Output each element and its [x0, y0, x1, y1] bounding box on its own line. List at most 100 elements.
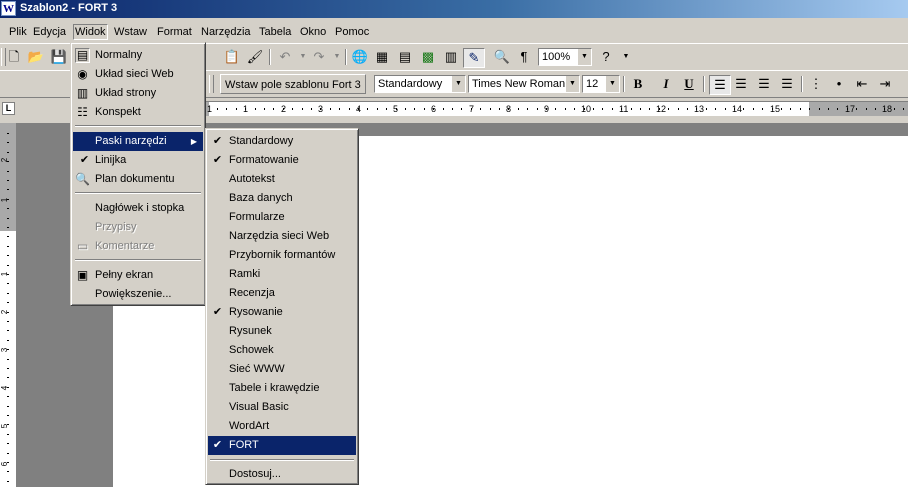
menu-item-ruler[interactable]: ✔ Linijka: [73, 151, 203, 170]
menu-format[interactable]: Format: [156, 25, 193, 39]
submenu-item-web[interactable]: Sieć WWW: [208, 360, 356, 379]
submenu-item-wordart[interactable]: WordArt: [208, 417, 356, 436]
menu-table[interactable]: Tabela: [258, 25, 292, 39]
menu-edit[interactable]: Edycja: [32, 25, 67, 39]
hyperlink-icon[interactable]: 🌐: [350, 48, 370, 66]
ruler-tick: [255, 108, 256, 110]
menu-help[interactable]: Pomoc: [334, 25, 370, 39]
drawing-icon[interactable]: ✎: [463, 48, 485, 68]
ruler-tick: [7, 434, 9, 435]
align-left-icon[interactable]: ☰: [709, 75, 731, 95]
menu-item-web-layout[interactable]: ◉ Układ sieci Web: [73, 65, 203, 84]
redo-dropdown-icon[interactable]: ▼: [327, 48, 347, 66]
menu-item-full-screen[interactable]: ▣ Pełny ekran: [73, 266, 203, 285]
submenu-item-picture[interactable]: Rysunek: [208, 322, 356, 341]
underline-button[interactable]: U: [679, 75, 699, 93]
italic-button[interactable]: I: [656, 75, 676, 93]
full-screen-icon: ▣: [76, 268, 89, 282]
submenu-item-visual-basic[interactable]: Visual Basic: [208, 398, 356, 417]
zoom-combo[interactable]: 100% ▼: [538, 48, 592, 66]
submenu-item-autotext[interactable]: Autotekst: [208, 170, 356, 189]
menu-item-zoom[interactable]: Powiększenie...: [73, 285, 203, 304]
menu-separator: [75, 125, 201, 127]
redo-icon[interactable]: ↷: [309, 48, 329, 66]
menu-separator: [75, 259, 201, 261]
help-dropdown-icon[interactable]: ▼: [616, 48, 636, 66]
justify-icon[interactable]: ☰: [777, 75, 797, 93]
submenu-item-reviewing[interactable]: Recenzja: [208, 284, 356, 303]
menu-file[interactable]: Plik: [8, 25, 28, 39]
toolbar-grip[interactable]: [209, 75, 214, 93]
submenu-item-fort[interactable]: ✔ FORT: [208, 436, 356, 455]
ruler-tick: [7, 293, 9, 294]
horizontal-ruler[interactable]: 11234567891011121314151718: [205, 101, 908, 116]
word-app-icon[interactable]: W: [1, 1, 16, 16]
ruler-tick: [668, 108, 669, 110]
menu-view[interactable]: Widok: [73, 24, 108, 40]
insert-table-icon[interactable]: ▤: [395, 48, 415, 66]
menu-item-footnotes[interactable]: Przypisy: [73, 218, 203, 237]
open-icon[interactable]: 📂: [26, 48, 46, 66]
menu-item-outline[interactable]: ☷ Konspekt: [73, 103, 203, 122]
web-layout-icon: ◉: [77, 67, 88, 81]
increase-indent-icon[interactable]: ⇥: [875, 75, 895, 93]
document-map-icon[interactable]: 🔍: [492, 48, 512, 66]
submenu-item-forms[interactable]: Formularze: [208, 208, 356, 227]
submenu-item-customize[interactable]: Dostosuj...: [208, 465, 356, 484]
tab-selector[interactable]: L: [2, 102, 15, 115]
ruler-tick: [7, 453, 9, 454]
menu-tools[interactable]: Narzędzia: [200, 25, 252, 39]
bullets-icon[interactable]: •: [829, 75, 849, 93]
menu-item-normal[interactable]: ▤ Normalny: [73, 46, 203, 65]
menu-item-print-layout[interactable]: ▥ Układ strony: [73, 84, 203, 103]
insert-excel-icon[interactable]: ▩: [418, 48, 438, 66]
menu-window[interactable]: Okno: [299, 25, 327, 39]
font-combo[interactable]: Times New Roman ▼: [468, 75, 580, 93]
submenu-item-database[interactable]: Baza danych: [208, 189, 356, 208]
menu-item-document-map[interactable]: 🔍 Plan dokumentu: [73, 170, 203, 189]
chevron-down-icon[interactable]: ▼: [451, 76, 465, 92]
submenu-item-formatting[interactable]: ✔ Formatowanie: [208, 151, 356, 170]
help-icon[interactable]: ?: [596, 48, 616, 66]
numbering-icon[interactable]: ⋮: [806, 75, 826, 93]
submenu-item-drawing[interactable]: ✔ Rysowanie: [208, 303, 356, 322]
paste-icon[interactable]: 📋: [222, 48, 242, 66]
align-right-icon[interactable]: ☰: [754, 75, 774, 93]
submenu-item-web-tools[interactable]: Narzędzia sieci Web: [208, 227, 356, 246]
save-icon[interactable]: 💾: [49, 48, 69, 66]
ruler-tick: [7, 274, 9, 275]
chevron-down-icon[interactable]: ▼: [565, 76, 579, 92]
undo-icon[interactable]: ↶: [275, 48, 295, 66]
menu-item-comments[interactable]: ▭ Komentarze: [73, 237, 203, 256]
insert-template-field-button[interactable]: Wstaw pole szablonu Fort 3: [220, 74, 366, 94]
ruler-tick: [7, 349, 9, 350]
show-hide-icon[interactable]: ¶: [514, 48, 534, 66]
align-center-icon[interactable]: ☰: [731, 75, 751, 93]
columns-icon[interactable]: ▥: [441, 48, 461, 66]
menu-item-header-footer[interactable]: Nagłówek i stopka: [73, 199, 203, 218]
format-painter-icon[interactable]: 🖌: [245, 48, 265, 66]
vertical-ruler[interactable]: 21123456: [0, 123, 17, 487]
ruler-tick: [377, 108, 378, 110]
chevron-down-icon[interactable]: ▼: [577, 49, 591, 65]
decrease-indent-icon[interactable]: ⇤: [852, 75, 872, 93]
new-icon[interactable]: 🗋: [4, 48, 24, 66]
ruler-tick: [7, 227, 9, 228]
ruler-tick: [7, 368, 9, 369]
menu-insert[interactable]: Wstaw: [113, 25, 148, 39]
font-size-combo[interactable]: 12 ▼: [582, 75, 620, 93]
ruler-tick: [790, 108, 791, 110]
bold-button[interactable]: B: [628, 75, 648, 93]
submenu-item-frames[interactable]: Ramki: [208, 265, 356, 284]
tables-borders-icon[interactable]: ▦: [372, 48, 392, 66]
submenu-item-control-toolbox[interactable]: Przybornik formantów: [208, 246, 356, 265]
submenu-item-standard[interactable]: ✔ Standardowy: [208, 132, 356, 151]
toolbar-separator: [345, 49, 347, 65]
submenu-item-clipboard[interactable]: Schowek: [208, 341, 356, 360]
style-combo[interactable]: Standardowy ▼: [374, 75, 466, 93]
chevron-down-icon[interactable]: ▼: [605, 76, 619, 92]
ruler-tick: [480, 108, 481, 110]
submenu-item-tables-borders[interactable]: Tabele i krawędzie: [208, 379, 356, 398]
menu-item-toolbars[interactable]: Paski narzędzi ▶: [73, 132, 203, 151]
ruler-tick: [527, 108, 528, 110]
